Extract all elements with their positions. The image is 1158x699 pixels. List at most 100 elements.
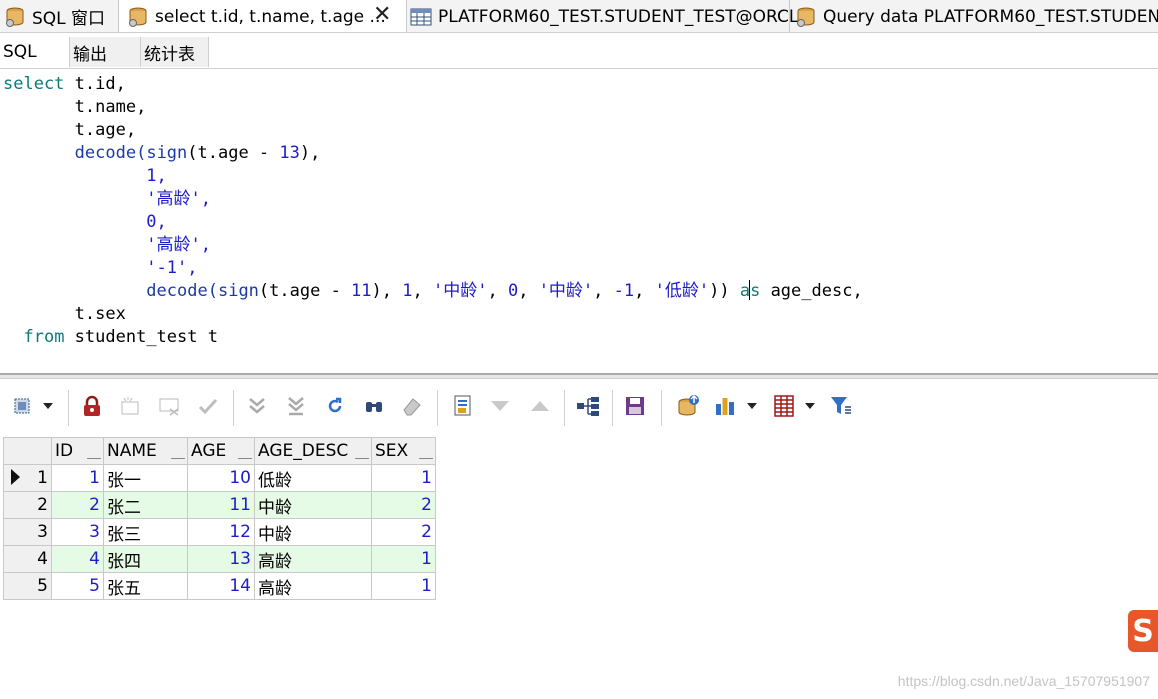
cell-id[interactable]: 1: [51, 464, 104, 492]
table-row[interactable]: 4 4 张四 13 高龄 1: [3, 545, 436, 573]
result-grid-area: ID NAME AGE AGE_DESC SEX 1 1 张一 10 低龄 1 …: [0, 435, 1158, 699]
cell-id[interactable]: 3: [51, 518, 104, 546]
sql-text: ),: [371, 281, 403, 301]
tab-query-data[interactable]: Query data PLATFORM60_TEST.STUDENT_: [795, 0, 1158, 32]
column-label: SEX: [375, 441, 409, 461]
cell-id[interactable]: 5: [51, 572, 104, 600]
sql-keyword: select: [3, 74, 65, 94]
cell-sex[interactable]: 1: [371, 464, 436, 492]
cell-sex[interactable]: 2: [371, 491, 436, 519]
tree-view-icon[interactable]: [576, 394, 600, 418]
column-header-id[interactable]: ID: [51, 437, 104, 465]
cell-age-desc[interactable]: 中龄: [254, 491, 372, 519]
cell-sex[interactable]: 1: [371, 545, 436, 573]
column-label: ID: [55, 441, 74, 461]
cell-age[interactable]: 13: [187, 545, 255, 573]
tab-sql[interactable]: SQL: [0, 37, 70, 67]
cell-age-desc[interactable]: 中龄: [254, 518, 372, 546]
tab-statistics[interactable]: 统计表: [141, 37, 209, 67]
close-icon[interactable]: ✕: [373, 2, 391, 27]
row-number[interactable]: 3: [3, 518, 52, 546]
export-database-icon[interactable]: [677, 394, 701, 418]
row-number[interactable]: 1: [3, 464, 52, 492]
sql-text: ,: [593, 281, 614, 301]
tab-output[interactable]: 输出: [70, 37, 141, 67]
sql-number: 0,: [146, 212, 167, 232]
post-changes-icon[interactable]: [196, 394, 220, 418]
cell-age[interactable]: 14: [187, 572, 255, 600]
column-header-name[interactable]: NAME: [103, 437, 188, 465]
pane-splitter[interactable]: [0, 373, 1158, 379]
tab-sql-window[interactable]: SQL 窗口: [4, 0, 116, 32]
chevron-up-icon[interactable]: [528, 394, 552, 418]
grid-layout-icon[interactable]: [772, 394, 796, 418]
select-mode-icon[interactable]: [10, 394, 34, 418]
cell-id[interactable]: 2: [51, 491, 104, 519]
clear-icon[interactable]: [400, 394, 424, 418]
sql-function: sign: [146, 143, 188, 163]
table-row[interactable]: 2 2 张二 11 中龄 2: [3, 491, 436, 519]
tab-table-student-test[interactable]: PLATFORM60_TEST.STUDENT_TEST@ORCL: [410, 0, 798, 32]
sql-editor[interactable]: select t.id, t.name, t.age, decode(sign(…: [0, 70, 1158, 372]
next-page-icon[interactable]: [245, 394, 269, 418]
result-toolbar: [0, 380, 1158, 434]
save-icon[interactable]: [623, 394, 647, 418]
cell-age[interactable]: 12: [187, 518, 255, 546]
column-header-age-desc[interactable]: AGE_DESC: [254, 437, 372, 465]
table-row[interactable]: 1 1 张一 10 低龄 1: [3, 464, 436, 492]
chevron-down-icon[interactable]: [805, 403, 815, 409]
sql-string: '中龄': [432, 281, 488, 301]
insert-record-icon[interactable]: [118, 394, 142, 418]
sql-text: t.age,: [74, 120, 137, 140]
tab-label: SQL 窗口: [32, 9, 106, 29]
sql-text: ,: [518, 281, 539, 301]
filter-icon[interactable]: [830, 394, 854, 418]
table-row[interactable]: 3 3 张三 12 中龄 2: [3, 518, 436, 546]
cell-name[interactable]: 张一: [103, 464, 188, 492]
cell-name[interactable]: 张五: [103, 572, 188, 600]
refresh-icon[interactable]: [323, 394, 347, 418]
cell-sex[interactable]: 1: [371, 572, 436, 600]
column-header-sex[interactable]: SEX: [371, 437, 436, 465]
tab-current-query[interactable]: select t.id, t.name, t.age ... ✕: [119, 0, 406, 32]
sql-string: '-1',: [146, 258, 198, 278]
sql-text: age_desc,: [760, 281, 863, 301]
sql-text: (: [207, 281, 218, 301]
sql-code[interactable]: select t.id, t.name, t.age, decode(sign(…: [3, 73, 863, 349]
single-record-view-icon[interactable]: [451, 394, 475, 418]
column-header-age[interactable]: AGE: [187, 437, 255, 465]
tab-label: PLATFORM60_TEST.STUDENT_TEST@ORCL: [438, 6, 799, 27]
row-number[interactable]: 4: [3, 545, 52, 573]
document-tab-bar: SQL 窗口 select t.id, t.name, t.age ... ✕ …: [0, 0, 1158, 33]
sql-keyword: from: [23, 327, 65, 347]
row-number[interactable]: 2: [3, 491, 52, 519]
cell-name[interactable]: 张二: [103, 491, 188, 519]
lock-icon[interactable]: [80, 394, 104, 418]
sql-text: ,: [487, 281, 508, 301]
cell-age[interactable]: 11: [187, 491, 255, 519]
find-icon[interactable]: [362, 394, 386, 418]
sql-text: student_test t: [64, 327, 218, 347]
sql-text: t.id,: [64, 74, 126, 94]
chevron-down-icon[interactable]: [747, 403, 757, 409]
cell-age-desc[interactable]: 高龄: [254, 545, 372, 573]
chevron-down-icon[interactable]: [488, 394, 512, 418]
cell-sex[interactable]: 2: [371, 518, 436, 546]
sql-text: )): [709, 281, 740, 301]
cell-age-desc[interactable]: 低龄: [254, 464, 372, 492]
cell-id[interactable]: 4: [51, 545, 104, 573]
bar-chart-icon[interactable]: [713, 394, 737, 418]
cell-name[interactable]: 张四: [103, 545, 188, 573]
sql-text: (t.age -: [258, 281, 352, 301]
cell-age-desc[interactable]: 高龄: [254, 572, 372, 600]
cell-age[interactable]: 10: [187, 464, 255, 492]
last-page-icon[interactable]: [284, 394, 308, 418]
table-row[interactable]: 5 5 张五 14 高龄 1: [3, 572, 436, 600]
delete-record-icon[interactable]: [158, 394, 182, 418]
grid-corner[interactable]: [3, 437, 52, 465]
chevron-down-icon[interactable]: [43, 403, 53, 409]
cell-name[interactable]: 张三: [103, 518, 188, 546]
sql-number: 13: [279, 143, 300, 163]
row-number[interactable]: 5: [3, 572, 52, 600]
grid-header-row: ID NAME AGE AGE_DESC SEX: [3, 437, 436, 465]
